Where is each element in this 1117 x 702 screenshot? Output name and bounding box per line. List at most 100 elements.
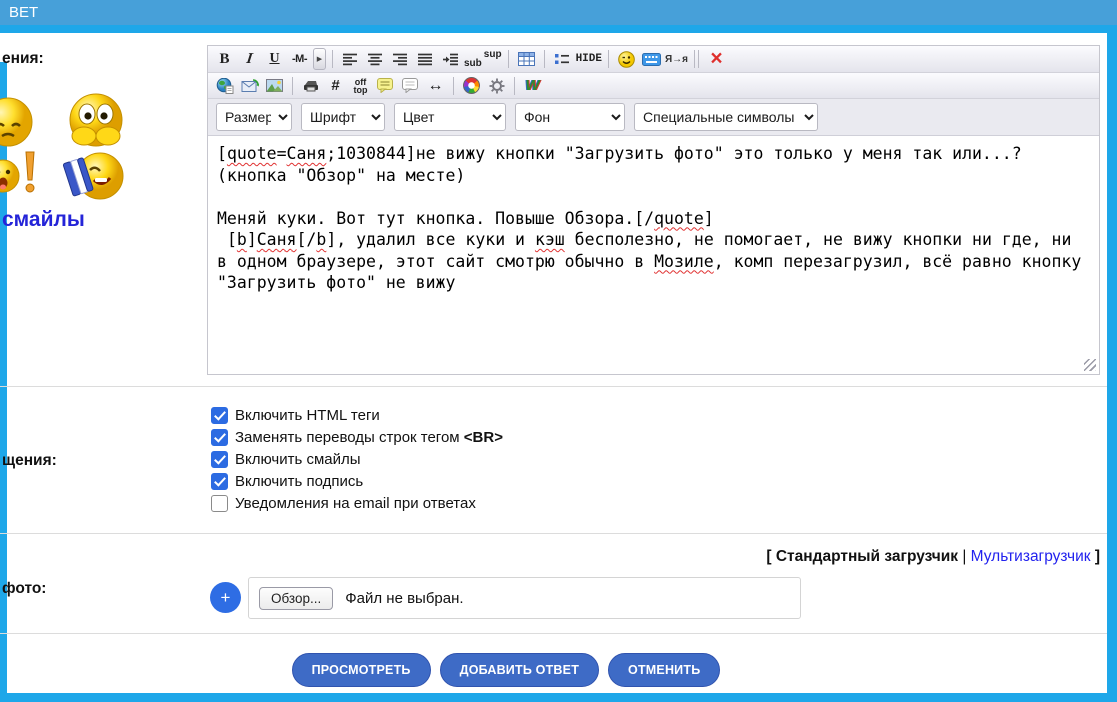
message-editor: B I U -M- ▶ sub sup HIDE Я→я × # [207,45,1100,375]
smiley-book-icon[interactable] [60,146,126,206]
quote-alt-button[interactable] [399,75,422,97]
offtop-button[interactable]: off top [349,75,372,97]
option-br-tag[interactable]: Заменять переводы строк тегом <BR> [211,427,503,447]
add-file-button[interactable]: + [210,582,241,613]
message-textarea[interactable]: [quote=Саня;1030844]не вижу кнопки "Загр… [208,136,1099,378]
smiley-sad-icon[interactable] [0,96,34,148]
checkbox-enable-smileys[interactable] [211,451,228,468]
toolbar-separator [698,50,699,68]
quote-button[interactable] [374,75,397,97]
horizontal-rule-button[interactable]: ↔ [424,75,447,97]
italic-button[interactable]: I [236,48,262,70]
insert-link-button[interactable] [213,75,236,97]
section-divider [0,533,1107,534]
anchor-hash-button[interactable]: # [324,75,347,97]
options-label: щения: [2,452,57,470]
expand-toolbar-button[interactable]: ▶ [313,48,326,70]
checkbox-enable-signature[interactable] [211,473,228,490]
cancel-button[interactable]: ОТМЕНИТЬ [608,653,720,687]
list-button[interactable] [551,48,574,70]
hide-tag-button[interactable]: HIDE [576,48,602,70]
toolbar-separator [544,50,545,68]
offtop-line2: top [354,86,368,94]
font-select[interactable]: Шрифт [301,103,385,131]
window-titlebar: ВЕТ [0,0,1117,25]
option-label: Включить HTML теги [235,407,380,424]
insert-email-button[interactable] [238,75,261,97]
keyboard-button[interactable] [640,48,663,70]
align-center-button[interactable] [364,48,387,70]
smiley-scared-icon[interactable] [66,92,126,154]
add-reply-button[interactable]: ДОБАВИТЬ ОТВЕТ [440,653,599,687]
frame-top [0,25,1117,33]
toolbar-separator [694,50,695,68]
section-divider [0,386,1107,387]
translit-button[interactable]: Я→я [665,48,688,70]
subscript-icon: sub [464,58,482,69]
color-select[interactable]: Цвет [394,103,506,131]
page-title: ВЕТ [9,4,38,21]
plus-icon: + [221,588,231,608]
bold-button[interactable]: B [213,48,236,70]
size-select[interactable]: Размер [216,103,292,131]
smiley-picker-button[interactable] [615,48,638,70]
frame-bottom [0,693,1117,702]
option-enable-signature[interactable]: Включить подпись [211,471,363,491]
option-label: Заменять переводы строк тегом <BR> [235,429,503,446]
table-button[interactable] [515,48,538,70]
align-left-button[interactable] [339,48,362,70]
frame-right [1107,25,1117,702]
toolbar-separator [453,77,454,95]
format-toolbar-row1: B I U -M- ▶ sub sup HIDE Я→я × [208,46,1099,73]
toolbar-separator [332,50,333,68]
insert-toolbar-row2: # off top ↔ W [208,73,1099,99]
indent-button[interactable] [439,48,462,70]
option-label: Уведомления на email при ответах [235,495,476,512]
print-button[interactable] [299,75,322,97]
file-input[interactable]: Обзор... Файл не выбран. [248,577,801,619]
photo-label: фото: [2,580,46,598]
superscript-icon: sup [484,49,502,60]
toolbar-separator [508,50,509,68]
form-actions: ПРОСМОТРЕТЬ ДОБАВИТЬ ОТВЕТ ОТМЕНИТЬ [0,653,1117,687]
colorwheel-icon [463,77,480,94]
message-label: ения: [2,50,44,68]
insert-image-button[interactable] [263,75,286,97]
close-icon[interactable]: × [705,48,728,70]
option-label: Включить подпись [235,473,363,490]
toolbar-separator [608,50,609,68]
align-right-button[interactable] [389,48,412,70]
underline-button[interactable]: U [263,48,286,70]
multi-loader-link[interactable]: Мультизагрузчик [971,548,1091,565]
loader-separator: | [958,548,971,565]
section-divider [0,633,1107,634]
subscript-superscript-button[interactable]: sub sup [464,48,502,70]
browse-button[interactable]: Обзор... [259,587,333,610]
option-label: Включить смайлы [235,451,361,468]
resize-handle-icon[interactable] [1084,359,1096,371]
colorwheel-button[interactable] [460,75,483,97]
bracket-close: ] [1091,548,1100,565]
smiley-exclaim-icon[interactable] [0,150,56,198]
strike-button[interactable]: -M- [288,48,311,70]
loader-switcher: [ Стандартный загрузчик | Мультизагрузчи… [766,548,1100,566]
smileys-link[interactable]: смайлы [2,208,85,232]
paint-brush-button[interactable]: W [521,75,544,97]
option-email-notify[interactable]: Уведомления на email при ответах [211,493,476,513]
background-select[interactable]: Фон [515,103,625,131]
font-selects-row: Размер Шрифт Цвет Фон Специальные символ… [208,99,1099,136]
option-enable-smileys[interactable]: Включить смайлы [211,449,361,469]
option-enable-html[interactable]: Включить HTML теги [211,405,380,425]
toolbar-separator [514,77,515,95]
align-justify-button[interactable] [414,48,437,70]
special-chars-select[interactable]: Специальные символы [634,103,818,131]
checkbox-enable-html[interactable] [211,407,228,424]
checkbox-br-tag[interactable] [211,429,228,446]
bracket-open: [ [766,548,775,565]
standard-loader-label: Стандартный загрузчик [776,548,958,565]
checkbox-email-notify[interactable] [211,495,228,512]
preview-button[interactable]: ПРОСМОТРЕТЬ [292,653,431,687]
settings-gear-button[interactable] [485,75,508,97]
no-file-text: Файл не выбран. [345,590,463,607]
toolbar-separator [292,77,293,95]
